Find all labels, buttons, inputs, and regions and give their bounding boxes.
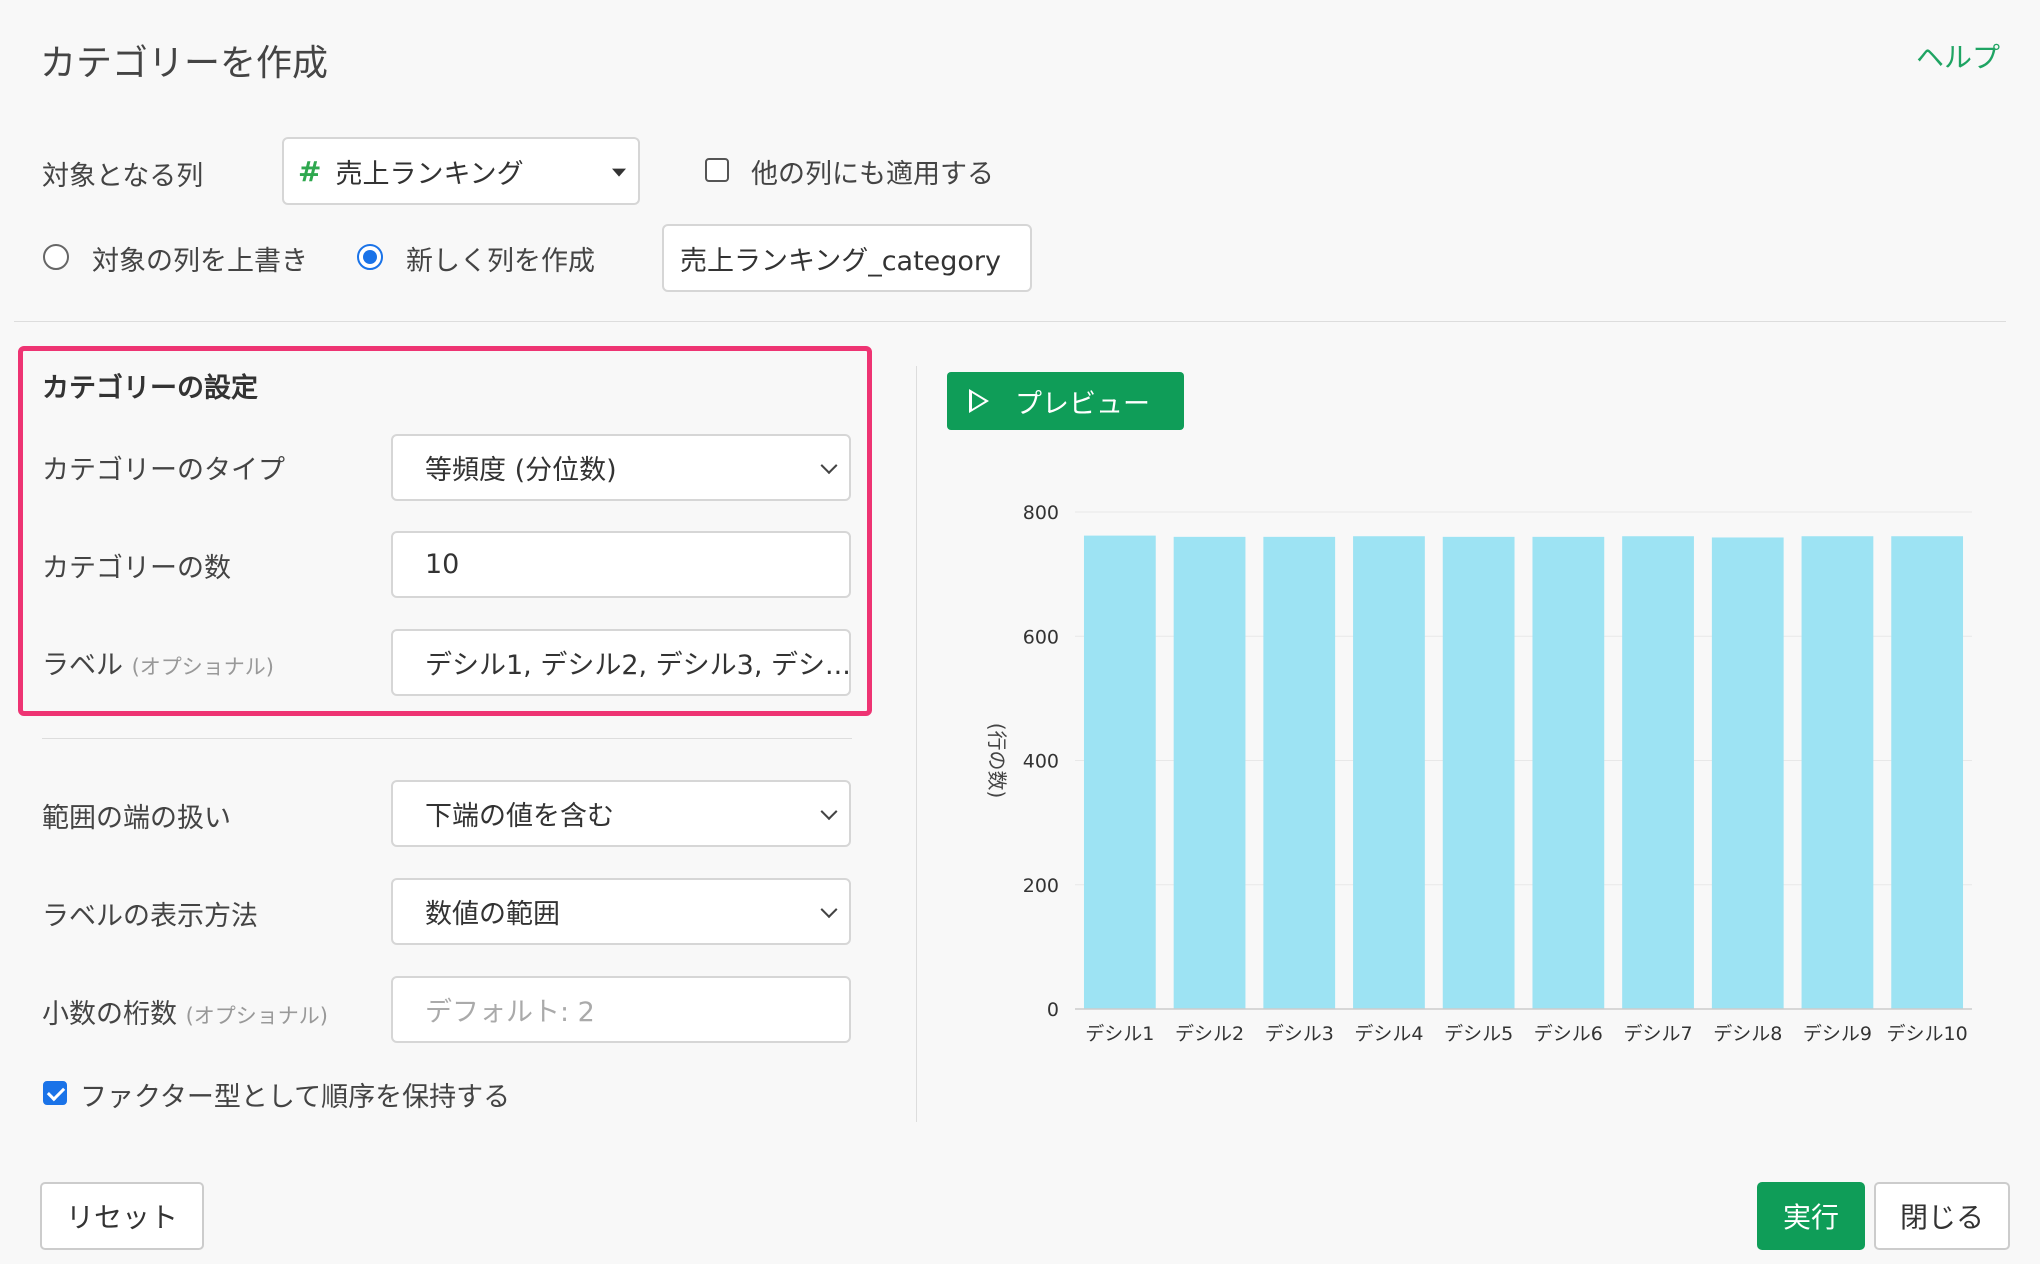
x-tick-label: デシル6	[1534, 1023, 1603, 1045]
x-tick-label: デシル3	[1265, 1023, 1334, 1045]
y-tick-label: 800	[1023, 502, 1059, 524]
category-count-input[interactable]: 10	[391, 531, 851, 598]
x-tick-label: デシル2	[1175, 1023, 1244, 1045]
x-tick-label: デシル4	[1354, 1023, 1423, 1045]
preview-chart: 0 200 400 600 800 デシル1 デシル2 デシル3 デシル4 デシル5 デシル6 デシ…	[985, 502, 1972, 1045]
factor-checkbox[interactable]	[43, 1081, 67, 1105]
decimals-label: 小数の桁数 (オプショナル)	[42, 992, 328, 1031]
factor-label: ファクター型として順序を保持する	[80, 1082, 511, 1113]
decimals-optional: (オプショナル)	[185, 1004, 328, 1028]
y-tick-label: 200	[1023, 875, 1059, 897]
edge-handling-value: 下端の値を含む	[425, 801, 614, 832]
overwrite-label: 対象の列を上書き	[92, 246, 308, 277]
apply-others-label: 他の列にも適用する	[751, 159, 994, 190]
bar[interactable]	[1442, 536, 1515, 1009]
label-display-value: 数値の範囲	[425, 899, 560, 930]
labels-label: ラベル (オプショナル)	[42, 643, 274, 682]
chevron-down-icon	[820, 802, 838, 820]
preview-label: プレビュー	[1015, 388, 1150, 420]
x-tick-label: デシル5	[1444, 1023, 1513, 1045]
category-type-value: 等頻度 (分位数)	[425, 455, 617, 486]
apply-others-checkbox[interactable]	[705, 158, 729, 182]
labels-label-text: ラベル	[42, 650, 123, 681]
bar[interactable]	[1532, 536, 1605, 1009]
x-tick-label: デシル1	[1085, 1023, 1154, 1045]
category-type-label: カテゴリーのタイプ	[42, 455, 285, 486]
y-tick-label: 0	[1047, 999, 1059, 1021]
caret-down-icon	[612, 168, 626, 177]
decimals-input[interactable]: デフォルト: 2	[391, 976, 851, 1043]
bar[interactable]	[1263, 536, 1336, 1009]
y-tick-label: 400	[1023, 751, 1059, 773]
edge-handling-select[interactable]: 下端の値を含む	[391, 780, 851, 847]
bar[interactable]	[1891, 536, 1964, 1009]
bar[interactable]	[1353, 536, 1425, 1009]
bar[interactable]	[1083, 535, 1156, 1009]
x-tick-label: デシル9	[1803, 1023, 1872, 1045]
divider	[42, 738, 852, 739]
new-column-radio[interactable]	[357, 244, 383, 270]
bar[interactable]	[1173, 536, 1246, 1009]
label-display-select[interactable]: 数値の範囲	[391, 878, 851, 945]
target-column-select[interactable]: # 売上ランキング	[282, 137, 640, 205]
label-display-label: ラベルの表示方法	[42, 901, 258, 932]
category-settings-heading: カテゴリーの設定	[42, 373, 258, 404]
play-icon	[969, 389, 989, 413]
target-column-value: 売上ランキング	[335, 158, 524, 190]
decimals-label-text: 小数の桁数	[42, 999, 177, 1030]
y-axis-label: (行の数)	[985, 723, 1009, 799]
preview-button[interactable]: プレビュー	[947, 372, 1184, 430]
category-type-select[interactable]: 等頻度 (分位数)	[391, 434, 851, 501]
labels-input[interactable]: デシル1, デシル2, デシル3, デシ...	[391, 629, 851, 696]
category-count-label: カテゴリーの数	[42, 553, 231, 584]
numeric-column-icon: #	[298, 154, 322, 188]
panel-divider	[916, 366, 917, 1122]
chevron-down-icon	[820, 456, 838, 474]
x-tick-label: デシル10	[1887, 1023, 1968, 1045]
chevron-down-icon	[820, 900, 838, 918]
reset-button[interactable]: リセット	[40, 1182, 204, 1250]
target-column-label: 対象となる列	[42, 161, 204, 192]
y-tick-label: 600	[1023, 626, 1059, 648]
run-button[interactable]: 実行	[1757, 1182, 1865, 1250]
divider	[14, 321, 2006, 322]
bar[interactable]	[1711, 537, 1784, 1009]
close-button[interactable]: 閉じる	[1874, 1182, 2010, 1250]
help-link[interactable]: ヘルプ	[1916, 36, 2000, 76]
dialog-title: カテゴリーを作成	[40, 43, 329, 84]
overwrite-radio[interactable]	[43, 244, 69, 270]
x-tick-label: デシル7	[1624, 1023, 1693, 1045]
new-column-name-input[interactable]: 売上ランキング_category	[662, 224, 1032, 292]
labels-optional: (オプショナル)	[131, 655, 274, 679]
x-tick-label: デシル8	[1713, 1023, 1782, 1045]
bar[interactable]	[1622, 536, 1694, 1009]
bar[interactable]	[1801, 536, 1874, 1009]
new-column-label: 新しく列を作成	[406, 246, 595, 277]
edge-handling-label: 範囲の端の扱い	[42, 803, 231, 834]
